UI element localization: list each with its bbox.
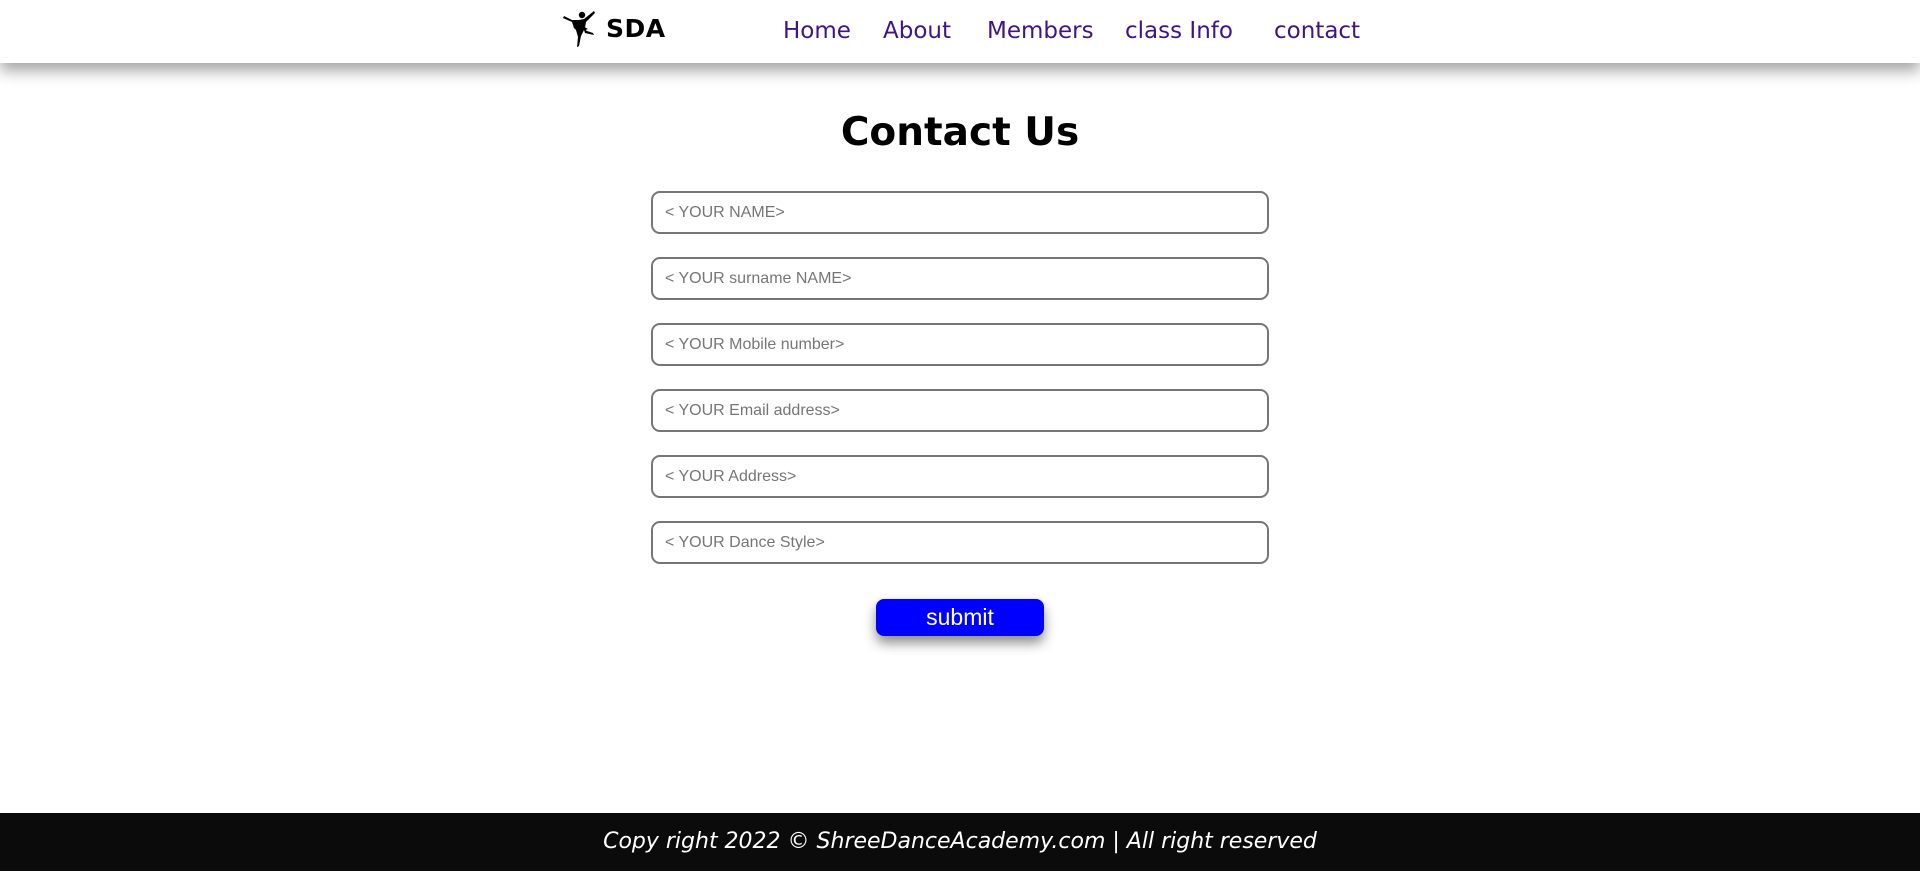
submit-button[interactable]: submit (876, 599, 1044, 636)
email-input[interactable] (651, 389, 1269, 432)
nav-link-class-info[interactable]: class Info (1125, 14, 1233, 48)
main-nav: Home About Members class Info contact (0, 14, 1920, 50)
copyright-text: Copy right 2022 © ShreeDanceAcademy.com … (603, 829, 1317, 854)
nav-link-about[interactable]: About (883, 14, 951, 48)
contact-form (651, 191, 1269, 587)
mobile-input[interactable] (651, 323, 1269, 366)
page-title: Contact Us (840, 110, 1080, 155)
nav-link-contact[interactable]: contact (1274, 14, 1360, 48)
nav-link-members[interactable]: Members (987, 14, 1094, 48)
nav-link-home[interactable]: Home (783, 14, 851, 48)
footer: Copy right 2022 © ShreeDanceAcademy.com … (0, 813, 1920, 871)
address-input[interactable] (651, 455, 1269, 498)
dance-style-input[interactable] (651, 521, 1269, 564)
top-navbar: SDA Home About Members class Info contac… (0, 0, 1920, 63)
name-input[interactable] (651, 191, 1269, 234)
surname-input[interactable] (651, 257, 1269, 300)
